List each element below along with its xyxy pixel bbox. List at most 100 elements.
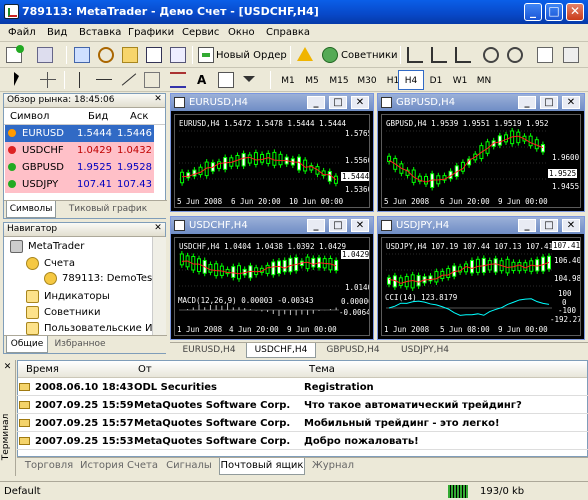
tab-favorites[interactable]: Избранное: [50, 336, 110, 353]
channel-icon[interactable]: [144, 72, 160, 88]
close-button[interactable]: ✕: [351, 219, 369, 232]
tile-windows-icon[interactable]: [537, 47, 553, 63]
tree-accounts[interactable]: Счета: [44, 258, 75, 269]
tab-usdchf[interactable]: USDCHF,H4: [246, 343, 316, 358]
maximize-button[interactable]: □: [540, 96, 558, 109]
data-window-icon[interactable]: [98, 47, 114, 63]
crosshair-icon[interactable]: [40, 72, 56, 88]
menu-help[interactable]: Справка: [266, 27, 310, 38]
timeframe-m1[interactable]: M1: [276, 70, 300, 90]
close-button[interactable]: ✕: [562, 96, 580, 109]
timeframe-d1[interactable]: D1: [424, 70, 448, 90]
chart-window-usdchf[interactable]: USDCHF,H4 _ □ ✕ USDCHF,H4 1.0404 1.0438 1.…: [170, 216, 374, 340]
tree-root[interactable]: MetaTrader: [28, 241, 84, 252]
minimize-button[interactable]: _: [307, 219, 325, 232]
column-subject[interactable]: Тема: [309, 364, 335, 375]
menu-tools[interactable]: Сервис: [182, 27, 219, 38]
fibonacci-icon[interactable]: [170, 72, 186, 88]
close-icon[interactable]: ✕: [153, 224, 163, 234]
bar-chart-icon[interactable]: [407, 47, 423, 63]
minimize-button[interactable]: _: [524, 3, 542, 21]
horizontal-line-icon[interactable]: [96, 72, 112, 88]
timeframe-h4[interactable]: H4: [398, 70, 424, 90]
market-row[interactable]: EURUSD 1.5444 1.5446: [5, 125, 154, 142]
tab-usdjpy[interactable]: USDJPY,H4: [390, 343, 460, 358]
tester-icon[interactable]: [170, 47, 186, 63]
table-row[interactable]: 2008.06.10 18:43 ODL Securities Registra…: [17, 379, 588, 396]
tab-account-history[interactable]: История Счета: [79, 458, 159, 475]
table-row[interactable]: 2007.09.25 15:53 MetaQuotes Software Cor…: [17, 433, 588, 450]
maximize-button[interactable]: □: [540, 219, 558, 232]
minimize-button[interactable]: _: [307, 96, 325, 109]
timeframe-m30[interactable]: M30: [353, 70, 381, 90]
tab-common[interactable]: Общие: [6, 336, 48, 353]
market-row[interactable]: USDJPY 107.41 107.43: [5, 176, 154, 193]
warning-icon[interactable]: [297, 47, 313, 61]
experts-button[interactable]: Советники: [341, 50, 398, 61]
zoom-in-icon[interactable]: [483, 47, 499, 63]
tree-custom-indicators[interactable]: Пользовательские Инд: [44, 323, 166, 334]
column-ask[interactable]: Аск: [130, 111, 148, 122]
minimize-button[interactable]: _: [518, 96, 536, 109]
close-icon[interactable]: ✕: [153, 95, 163, 105]
terminal-icon[interactable]: [146, 47, 162, 63]
tab-mailbox[interactable]: Почтовый ящик: [219, 458, 305, 475]
tab-eurusd[interactable]: EURUSD,H4: [174, 343, 244, 358]
table-row[interactable]: 2007.09.25 15:59 MetaQuotes Software Cor…: [17, 397, 588, 414]
new-chart-icon[interactable]: [6, 45, 24, 63]
close-button[interactable]: ✕: [351, 96, 369, 109]
timeframe-m5[interactable]: M5: [300, 70, 324, 90]
menu-file[interactable]: Файл: [8, 27, 36, 38]
timeframe-w1[interactable]: W1: [448, 70, 472, 90]
tree-indicators[interactable]: Индикаторы: [44, 291, 110, 302]
tab-journal[interactable]: Журнал: [307, 458, 359, 475]
market-watch-icon[interactable]: [74, 47, 90, 63]
arrows-icon[interactable]: [243, 76, 255, 82]
tab-symbols[interactable]: Символы: [6, 201, 56, 218]
column-symbol[interactable]: Символ: [10, 111, 49, 122]
navigator-icon[interactable]: [122, 47, 138, 63]
timeframe-m15[interactable]: M15: [325, 70, 353, 90]
zoom-out-icon[interactable]: [507, 47, 523, 63]
tab-trade[interactable]: Торговля: [21, 458, 77, 475]
chart-window-eurusd[interactable]: EURUSD,H4 _ □ ✕ EURUSD,H4 1.5472 1.5478 1.…: [170, 93, 374, 212]
autoscroll-icon[interactable]: [563, 47, 579, 63]
table-row[interactable]: 2007.09.25 15:57 MetaQuotes Software Cor…: [17, 415, 588, 432]
column-bid[interactable]: Бид: [88, 111, 108, 122]
chart-window-usdjpy[interactable]: USDJPY,H4 _ □ ✕ USDJPY,H4 107.19 107.44 10…: [377, 216, 585, 340]
menu-insert[interactable]: Вставка: [79, 27, 121, 38]
chart-area[interactable]: EURUSD,H4 1.5472 1.5478 1.5444 1.5444 1.…: [174, 114, 370, 208]
column-from[interactable]: От: [138, 364, 152, 375]
trendline-icon[interactable]: [120, 72, 137, 88]
tab-signals[interactable]: Сигналы: [161, 458, 217, 475]
close-icon[interactable]: ✕: [2, 362, 13, 373]
chart-area[interactable]: GBPUSD,H4 1.9539 1.9551 1.9519 1.952 1.9…: [381, 114, 581, 208]
column-time[interactable]: Время: [26, 364, 59, 375]
chart-area[interactable]: USDCHF,H4 1.0404 1.0438 1.0392 1.0429 1.…: [174, 237, 370, 336]
maximize-button[interactable]: □: [545, 3, 563, 21]
minimize-button[interactable]: _: [518, 219, 536, 232]
menu-view[interactable]: Вид: [47, 27, 67, 38]
market-row[interactable]: USDCHF 1.0429 1.0432: [5, 142, 154, 159]
navigator-scrollbar[interactable]: [152, 237, 166, 335]
chart-area[interactable]: USDJPY,H4 107.19 107.44 107.13 107.41 10…: [381, 237, 581, 336]
maximize-button[interactable]: □: [329, 96, 347, 109]
tab-tick-chart[interactable]: Тиковый график: [58, 201, 158, 218]
market-row[interactable]: GBPUSD 1.9525 1.9528: [5, 159, 154, 176]
chart-window-gbpusd[interactable]: GBPUSD,H4 _ □ ✕ GBPUSD,H4 1.9539 1.9551 1.…: [377, 93, 585, 212]
new-order-icon[interactable]: [198, 47, 214, 63]
line-chart-icon[interactable]: [455, 47, 471, 63]
candle-chart-icon[interactable]: [431, 47, 447, 63]
vertical-line-icon[interactable]: [72, 72, 88, 88]
menu-window[interactable]: Окно: [228, 27, 255, 38]
close-button[interactable]: ✕: [566, 3, 584, 21]
new-order-button[interactable]: Новый Ордер: [216, 50, 287, 61]
text-label-icon[interactable]: [218, 72, 234, 88]
tree-account[interactable]: 789113: DemoTest: [62, 273, 156, 284]
maximize-button[interactable]: □: [329, 219, 347, 232]
experts-icon[interactable]: [322, 47, 338, 63]
tab-gbpusd[interactable]: GBPUSD,H4: [318, 343, 388, 358]
cursor-icon[interactable]: [14, 72, 19, 86]
close-button[interactable]: ✕: [562, 219, 580, 232]
menu-charts[interactable]: Графики: [128, 27, 174, 38]
